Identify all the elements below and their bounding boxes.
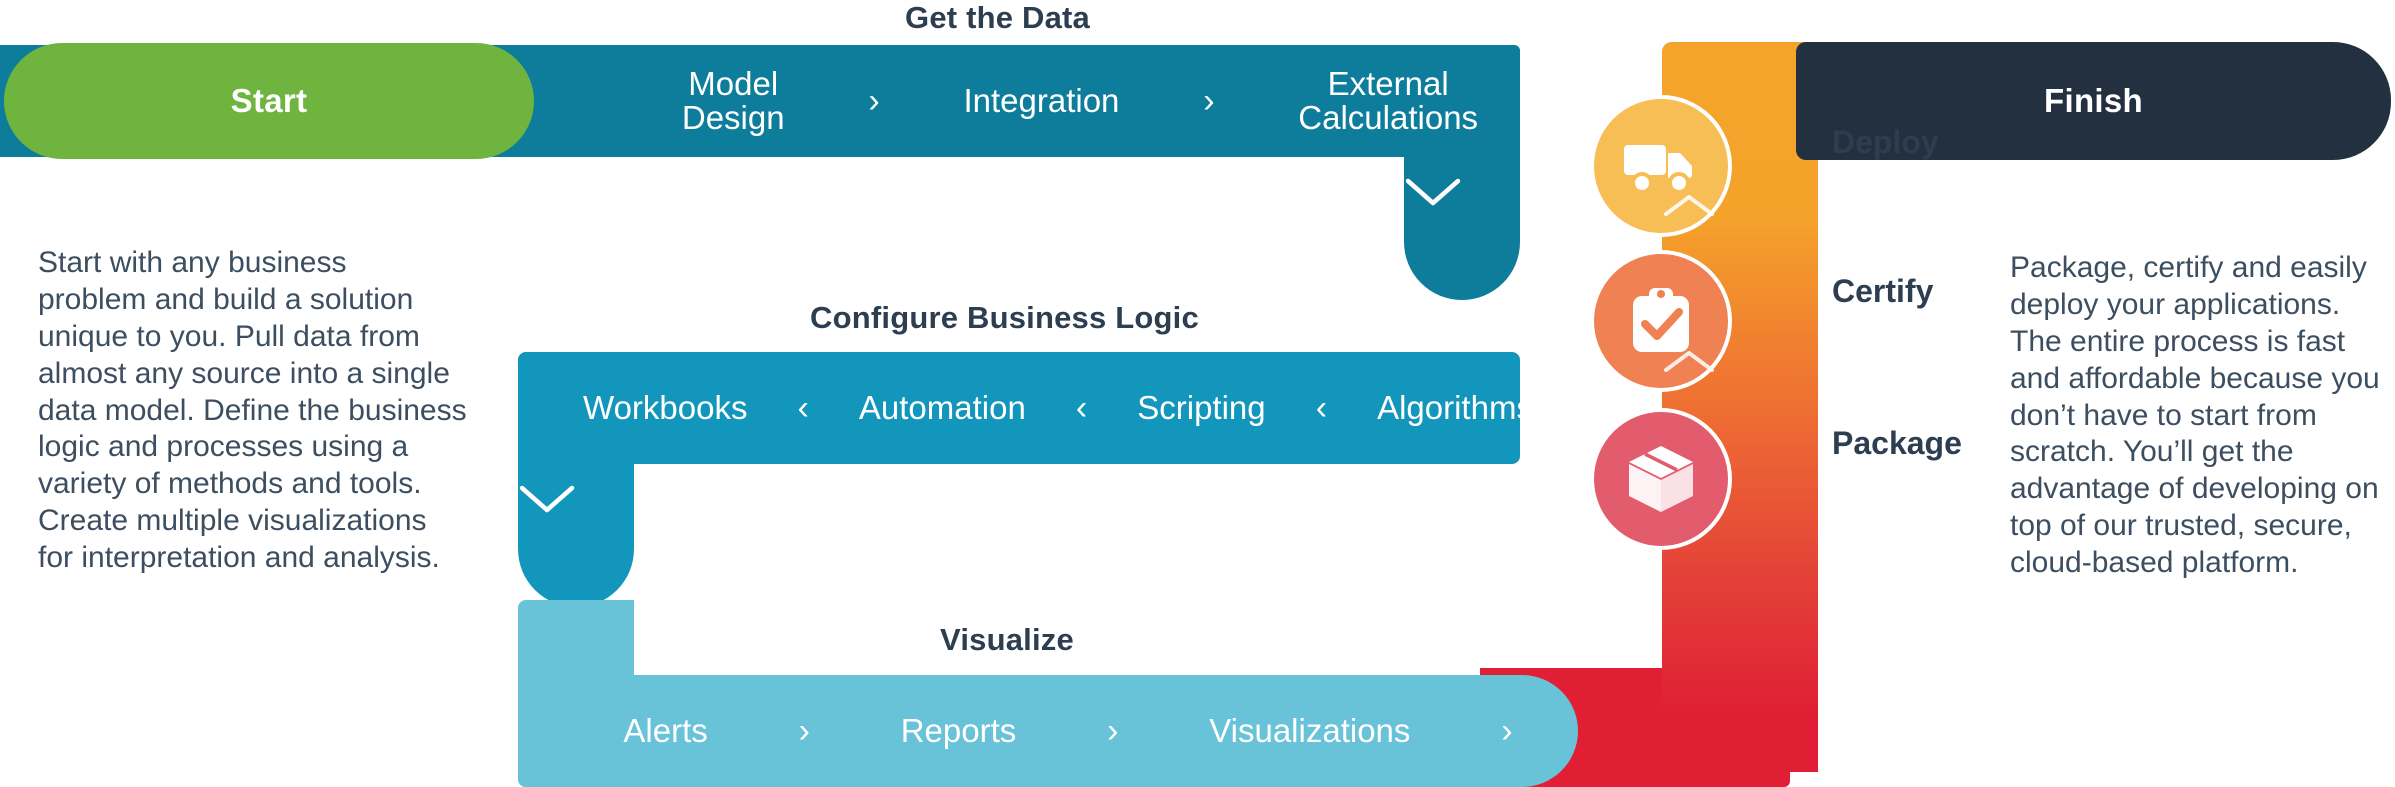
- chevron-right-icon: ›: [1107, 712, 1119, 750]
- chevron-down-icon[interactable]: [518, 482, 634, 516]
- chevron-right-icon: ›: [868, 82, 880, 120]
- track-configure-business-logic: Workbooks ‹ Automation ‹ Scripting ‹ Alg…: [518, 352, 1533, 464]
- step-integration[interactable]: Integration: [963, 84, 1119, 118]
- step-algorithms[interactable]: Algorithms: [1377, 391, 1533, 425]
- box-icon: [1623, 442, 1699, 516]
- step-external-calculations[interactable]: External Calculations: [1298, 67, 1478, 134]
- chevron-left-icon: ‹: [1315, 389, 1328, 427]
- package-circle[interactable]: [1590, 408, 1732, 550]
- clipboard-check-icon: [1629, 286, 1693, 356]
- step-reports[interactable]: Reports: [901, 714, 1017, 748]
- deploy-label: Deploy: [1832, 124, 1939, 160]
- start-pill[interactable]: Start: [4, 43, 534, 159]
- step-visualizations[interactable]: Visualizations: [1209, 714, 1410, 748]
- start-label: Start: [230, 82, 308, 119]
- certify-label: Certify: [1832, 273, 1934, 309]
- chevron-right-icon: ›: [1203, 82, 1215, 120]
- chevron-down-icon[interactable]: [1404, 175, 1520, 209]
- section-title-configure-business-logic: Configure Business Logic: [810, 300, 1199, 335]
- step-alerts[interactable]: Alerts: [623, 714, 707, 748]
- chevron-left-icon: ‹: [1075, 389, 1088, 427]
- process-diagram: Get the Data Configure Business Logic Vi…: [0, 0, 2395, 787]
- chevron-left-icon: ‹: [797, 389, 809, 427]
- chevron-up-icon[interactable]: [1662, 192, 1818, 220]
- right-description: Package, certify and easily deploy your …: [2010, 251, 2380, 580]
- section-title-visualize: Visualize: [940, 622, 1074, 657]
- step-workbooks[interactable]: Workbooks: [583, 391, 747, 425]
- step-model-design[interactable]: Model Design: [682, 67, 785, 134]
- truck-icon: [1622, 137, 1700, 195]
- track-visualize: Alerts › Reports › Visualizations ›: [518, 675, 1578, 787]
- chevron-right-icon: ›: [798, 712, 810, 750]
- step-scripting[interactable]: Scripting: [1137, 391, 1265, 425]
- section-title-get-the-data: Get the Data: [905, 0, 1090, 35]
- chevron-up-icon[interactable]: [1662, 348, 1818, 376]
- finish-label: Finish: [2044, 82, 2143, 119]
- chevron-right-icon: ›: [1501, 712, 1513, 750]
- package-label: Package: [1832, 425, 1962, 461]
- left-description: Start with any business problem and buil…: [38, 246, 467, 575]
- step-automation[interactable]: Automation: [859, 391, 1026, 425]
